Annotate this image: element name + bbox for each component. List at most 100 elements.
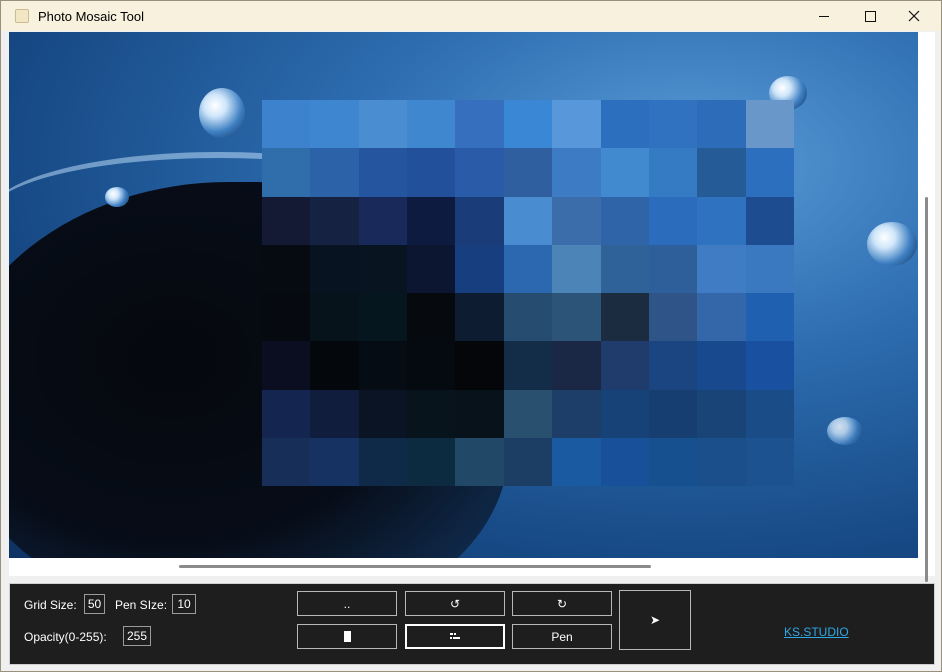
mosaic-cell [262, 196, 311, 245]
mosaic-cell [648, 293, 698, 342]
mosaic-cell [503, 389, 553, 438]
mosaic-cell [697, 196, 746, 245]
send-icon: ➤ [649, 613, 661, 627]
opacity-input[interactable]: 255 [123, 626, 151, 646]
horizontal-scrollbar[interactable] [179, 565, 651, 568]
control-panel: Grid Size: 50 Pen SIze: 10 Opacity(0-255… [9, 583, 935, 665]
image-canvas[interactable] [9, 32, 935, 582]
mosaic-cell [600, 196, 649, 245]
minimize-button[interactable] [801, 1, 847, 31]
mosaic-cell [455, 196, 504, 245]
mosaic-cell [358, 148, 408, 197]
mosaic-cell [358, 437, 408, 486]
mosaic-cell [697, 148, 746, 197]
app-icon [15, 9, 29, 23]
mosaic-cell [262, 148, 311, 197]
mosaic-cell [407, 293, 456, 342]
mosaic-cell [745, 389, 794, 438]
mosaic-tool-button[interactable] [405, 624, 505, 649]
mosaic-cell [552, 389, 601, 438]
redo-button[interactable]: ↻ [512, 591, 612, 616]
mosaic-cell [262, 100, 311, 149]
mosaic-cell [745, 100, 794, 149]
mosaic-cell [648, 341, 698, 390]
mosaic-cell [262, 244, 311, 293]
water-drop [867, 222, 917, 266]
app-window: Photo Mosaic Tool Grid Size: 50 Pen SIze… [0, 0, 942, 672]
mosaic-cell [503, 196, 553, 245]
mosaic-cell [503, 244, 553, 293]
mosaic-cell [745, 293, 794, 342]
mosaic-cell [745, 341, 794, 390]
mosaic-cell [697, 293, 746, 342]
water-drop [105, 187, 129, 207]
mosaic-cell [697, 437, 746, 486]
mosaic-cell [745, 437, 794, 486]
mosaic-cell [697, 389, 746, 438]
maximize-button[interactable] [847, 1, 893, 31]
mosaic-cell [503, 341, 553, 390]
mosaic-cell [407, 389, 456, 438]
eraser-icon [343, 631, 351, 642]
mosaic-cell [407, 437, 456, 486]
mosaic-region[interactable] [262, 100, 794, 486]
ks-studio-link[interactable]: KS.STUDIO [784, 625, 849, 639]
mosaic-cell [310, 196, 359, 245]
mosaic-cell [552, 196, 601, 245]
mosaic-cell [600, 437, 649, 486]
mosaic-cell [503, 293, 553, 342]
mosaic-cell [310, 437, 359, 486]
water-drop [827, 417, 863, 445]
mosaic-cell [552, 100, 601, 149]
mosaic-cell [552, 341, 601, 390]
mosaic-cell [455, 389, 504, 438]
mosaic-cell [648, 437, 698, 486]
eraser-button[interactable] [297, 624, 397, 649]
close-button[interactable] [891, 1, 937, 31]
mosaic-cell [503, 100, 553, 149]
mosaic-cell [358, 341, 408, 390]
mosaic-cell [310, 244, 359, 293]
mosaic-cell [262, 341, 311, 390]
mosaic-cell [648, 389, 698, 438]
mosaic-cell [552, 293, 601, 342]
mosaic-cell [697, 341, 746, 390]
mosaic-cell [455, 244, 504, 293]
mosaic-brush-icon [450, 632, 460, 639]
mosaic-cell [262, 437, 311, 486]
mosaic-cell [358, 244, 408, 293]
mosaic-cell [407, 196, 456, 245]
vertical-scrollbar[interactable] [925, 197, 928, 582]
title-bar[interactable]: Photo Mosaic Tool [1, 1, 941, 31]
mosaic-cell [358, 293, 408, 342]
maximize-icon [864, 10, 876, 22]
mosaic-cell [503, 437, 553, 486]
mosaic-cell [648, 244, 698, 293]
photo-image[interactable] [9, 32, 918, 558]
mosaic-cell [407, 148, 456, 197]
mosaic-cell [503, 148, 553, 197]
mosaic-cell [455, 341, 504, 390]
mosaic-cell [745, 196, 794, 245]
mosaic-cell [600, 148, 649, 197]
mosaic-cell [407, 341, 456, 390]
open-file-button[interactable]: .. [297, 591, 397, 616]
mosaic-cell [745, 148, 794, 197]
pen-button[interactable]: Pen [512, 624, 612, 649]
mosaic-cell [358, 389, 408, 438]
redo-icon: ↻ [556, 596, 568, 611]
mosaic-cell [407, 244, 456, 293]
mosaic-cell [600, 244, 649, 293]
water-drop [199, 88, 245, 138]
mosaic-cell [455, 437, 504, 486]
undo-icon: ↺ [449, 596, 461, 611]
undo-button[interactable]: ↺ [405, 591, 505, 616]
opacity-label: Opacity(0-255): [24, 630, 107, 644]
send-button[interactable]: ➤ [619, 590, 691, 650]
mosaic-cell [648, 196, 698, 245]
pen-size-input[interactable]: 10 [172, 594, 196, 614]
grid-size-input[interactable]: 50 [84, 594, 105, 614]
grid-size-label: Grid Size: [24, 598, 77, 612]
mosaic-cell [600, 389, 649, 438]
mosaic-cell [745, 244, 794, 293]
